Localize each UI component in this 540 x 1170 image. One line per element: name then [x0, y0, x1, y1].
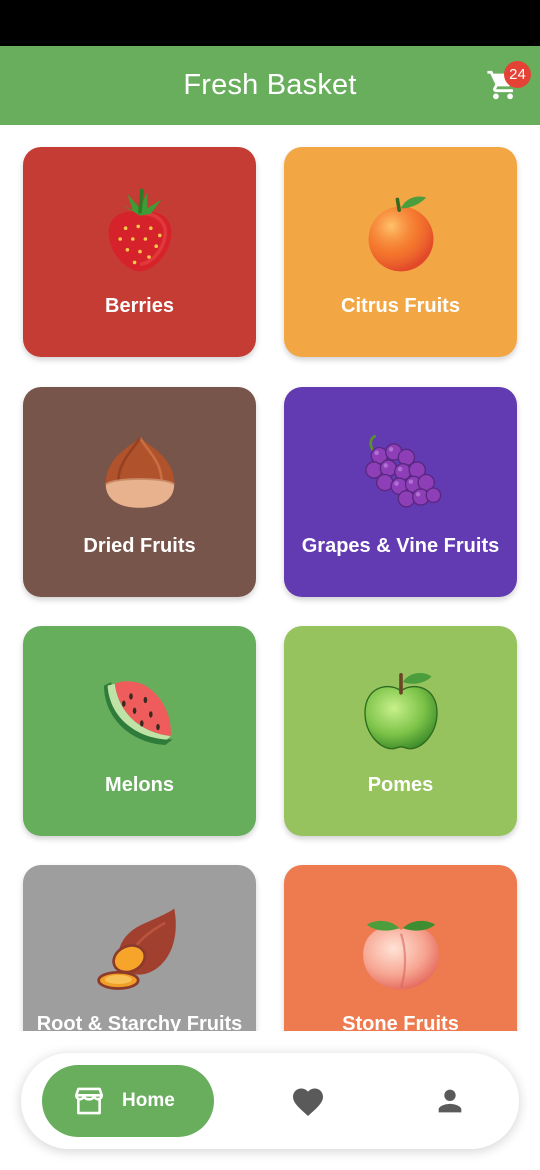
watermelon-icon: [23, 664, 256, 754]
heart-icon: [293, 1088, 323, 1117]
app-bar: Fresh Basket: [0, 46, 540, 125]
category-card-citrus-fruits[interactable]: Citrus Fruits: [284, 147, 517, 357]
bottom-navigation: Home: [21, 1053, 519, 1149]
category-card-melons[interactable]: Melons: [23, 626, 256, 836]
sweet-potato-icon: [23, 903, 256, 993]
category-label: Pomes: [367, 774, 434, 796]
category-label: Citrus Fruits: [341, 295, 460, 317]
store-icon: [74, 1087, 104, 1115]
category-label: Grapes & Vine Fruits: [301, 535, 500, 557]
nav-home-label: Home: [122, 1090, 175, 1111]
category-card-dried-fruits[interactable]: Dried Fruits: [23, 387, 256, 597]
nav-favorites-button[interactable]: [290, 1084, 326, 1120]
green-apple-icon: [284, 664, 517, 754]
category-card-pomes[interactable]: Pomes: [284, 626, 517, 836]
grapes-icon: [284, 425, 517, 515]
category-label: Melons: [105, 774, 174, 796]
category-card-root-starchy-fruits[interactable]: Root & Starchy Fruits: [23, 865, 256, 1031]
status-bar: [0, 0, 540, 46]
app-title: Fresh Basket: [183, 69, 357, 101]
person-icon: [438, 1089, 462, 1113]
category-grid: Berries Citrus Fruits Dried Fruits Grape…: [0, 125, 540, 1031]
nav-profile-button[interactable]: [433, 1084, 467, 1118]
nav-home-button[interactable]: Home: [42, 1065, 214, 1137]
category-card-grapes-vine-fruits[interactable]: Grapes & Vine Fruits: [284, 387, 517, 597]
category-label: Stone Fruits: [342, 1013, 459, 1031]
cart-count-badge: 24: [504, 61, 531, 88]
strawberry-icon: [23, 185, 256, 275]
category-card-berries[interactable]: Berries: [23, 147, 256, 357]
category-label: Root & Starchy Fruits: [36, 1013, 243, 1031]
peach-icon: [284, 903, 517, 993]
category-label: Dried Fruits: [83, 535, 196, 557]
category-card-stone-fruits[interactable]: Stone Fruits: [284, 865, 517, 1031]
orange-icon: [284, 185, 517, 275]
category-label: Berries: [105, 295, 174, 317]
chestnut-icon: [23, 425, 256, 515]
